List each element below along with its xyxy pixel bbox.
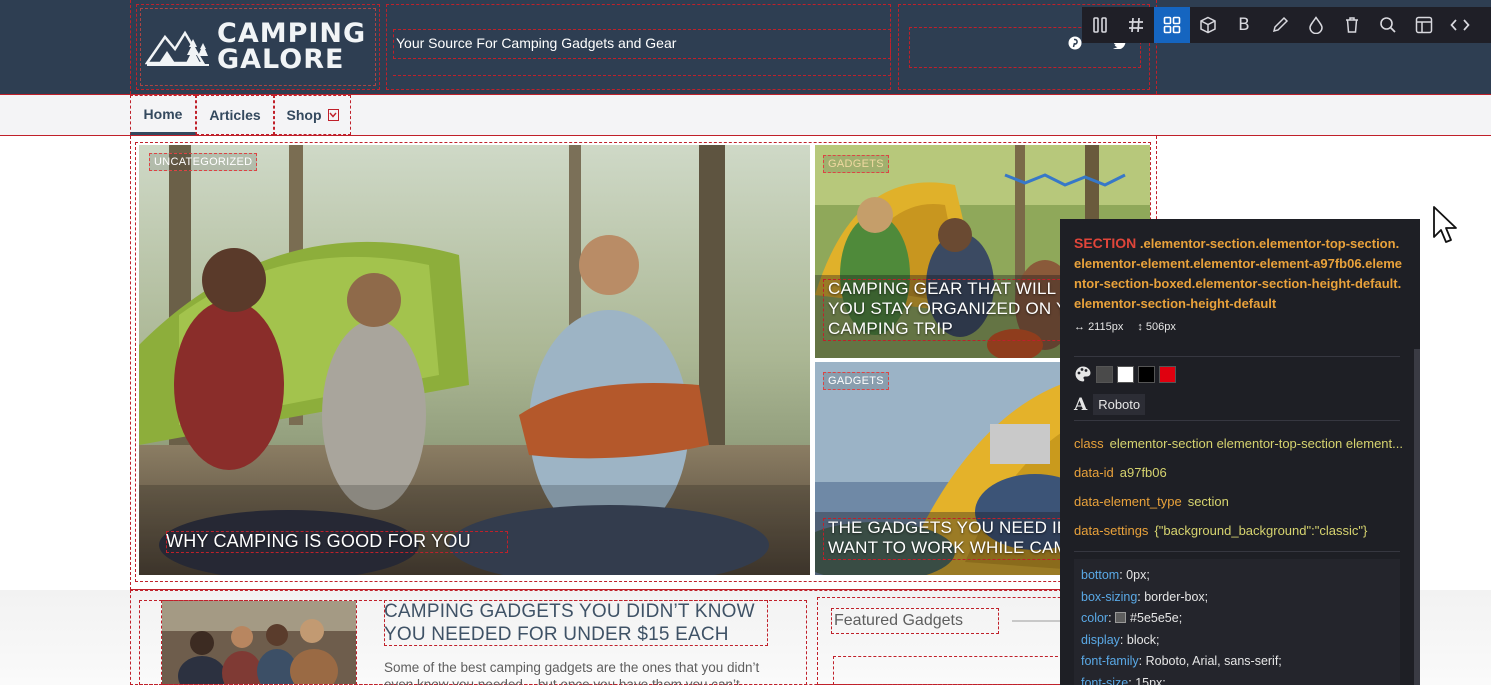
css-value: Roboto, Arial, sans-serif;: [1145, 654, 1282, 668]
css-property: display: [1081, 632, 1120, 647]
css-property: font-size: [1081, 675, 1129, 685]
bold-icon[interactable]: B: [1226, 7, 1262, 43]
attribute-row: class elementor-section elementor-top-sec…: [1074, 436, 1403, 451]
css-property: bottom: [1081, 568, 1120, 582]
css-row: color: #5e5e5e;: [1081, 611, 1183, 625]
css-property: color: [1081, 611, 1109, 625]
css-value: block;: [1126, 632, 1160, 647]
mouse-cursor-icon: [1433, 206, 1457, 243]
cube-icon[interactable]: [1190, 7, 1226, 43]
group-photo: [162, 601, 356, 684]
nav-item-shop[interactable]: Shop: [274, 95, 351, 135]
computed-styles: bottom: 0px; box-sizing: border-box; col…: [1074, 559, 1400, 685]
css-property: box-sizing: [1081, 589, 1138, 604]
columns-icon[interactable]: [1082, 7, 1118, 43]
search-icon[interactable]: [1370, 7, 1406, 43]
main-post-image[interactable]: [139, 145, 810, 575]
grid-icon[interactable]: [1154, 7, 1190, 43]
pencil-icon[interactable]: [1262, 7, 1298, 43]
nav-item-articles[interactable]: Articles: [196, 95, 274, 135]
color-swatch[interactable]: [1159, 365, 1176, 383]
css-value: 15px;: [1135, 675, 1166, 685]
attribute-row: data-element_type section: [1074, 494, 1229, 509]
drop-icon[interactable]: [1298, 7, 1334, 43]
attribute-key: data-settings: [1074, 523, 1149, 538]
main-post-title[interactable]: WHY CAMPING IS GOOD FOR YOU: [166, 531, 508, 553]
heading-divider: [1012, 620, 1060, 622]
attribute-row: data-id a97fb06: [1074, 465, 1167, 480]
palette-icon: [1075, 366, 1091, 382]
site-logo[interactable]: CAMPING GALORE: [140, 8, 376, 86]
attribute-value: section: [1187, 494, 1229, 509]
height-value: 506px: [1145, 321, 1176, 333]
nav-item-label: Home: [143, 106, 183, 122]
font-row: A Roboto: [1074, 394, 1146, 415]
font-name: Roboto: [1093, 394, 1146, 415]
code-icon[interactable]: [1442, 7, 1478, 43]
color-swatches: [1074, 365, 1176, 383]
category-badge[interactable]: UNCATEGORIZED: [149, 153, 258, 171]
featured-gadgets-heading: Featured Gadgets: [834, 612, 963, 629]
attribute-row: data-settings {"background_background":"c…: [1074, 523, 1367, 538]
hash-icon[interactable]: [1118, 7, 1154, 43]
nav-item-label: Shop: [286, 107, 322, 123]
color-chip: [1115, 612, 1127, 623]
color-swatch[interactable]: [1096, 365, 1113, 383]
attribute-key: class: [1074, 436, 1104, 451]
attribute-value: a97fb06: [1119, 465, 1167, 480]
divider: [1074, 420, 1400, 421]
css-value: border-box;: [1144, 589, 1209, 604]
nav-item-home[interactable]: Home: [130, 95, 196, 135]
attribute-key: data-element_type: [1074, 494, 1182, 509]
campers-photo: [139, 145, 810, 575]
post-excerpt: Some of the best camping gadgets are the…: [384, 660, 760, 685]
css-value: #5e5e5e;: [1130, 611, 1183, 625]
post-title[interactable]: CAMPING GADGETS YOU DIDN’T KNOW YOU NEED…: [384, 600, 768, 646]
font-icon: A: [1074, 394, 1088, 415]
category-badge[interactable]: GADGETS: [823, 372, 889, 390]
css-property: font-family: [1081, 654, 1139, 668]
featured-list-box: [833, 656, 1063, 685]
editor-toolbar: B: [1082, 7, 1491, 43]
divider: [1074, 551, 1400, 552]
post-thumbnail[interactable]: [161, 600, 357, 685]
css-value: 0px;: [1126, 568, 1150, 582]
trash-icon[interactable]: [1334, 7, 1370, 43]
divider: [1074, 356, 1400, 357]
site-tagline: Your Source For Camping Gadgets and Gear: [396, 35, 677, 51]
inspector-dimensions: ↔ 2115px ↕ 506px: [1074, 321, 1176, 333]
attribute-value: {"background_background":"classic"}: [1154, 523, 1368, 538]
css-row: font-size: 15px;: [1081, 673, 1393, 685]
inspector-selector: SECTION .elementor-section.elementor-top…: [1060, 219, 1420, 314]
attribute-key: data-id: [1074, 465, 1114, 480]
layout-icon[interactable]: [1406, 7, 1442, 43]
attribute-value: elementor-section elementor-top-section …: [1109, 436, 1403, 451]
category-badge[interactable]: GADGETS: [823, 155, 889, 173]
inspector-tag: SECTION: [1074, 235, 1137, 251]
logo-line-2: GALORE: [217, 44, 345, 75]
nav-item-label: Articles: [209, 107, 261, 123]
mountain-tent-icon: [145, 30, 209, 66]
color-swatch[interactable]: [1138, 365, 1155, 383]
color-swatch[interactable]: [1117, 365, 1134, 383]
chevron-down-icon[interactable]: [327, 109, 339, 121]
inspector-scrollbar[interactable]: [1414, 349, 1420, 685]
width-readout: ↔ 2115px: [1074, 321, 1124, 333]
css-row: font-family: Roboto, Arial, sans-serif;: [1081, 654, 1282, 668]
css-row: bottom: 0px;: [1081, 568, 1150, 582]
css-row: display: block;: [1081, 632, 1160, 647]
logo-text: CAMPING GALORE: [217, 20, 366, 75]
tagline-divider: [393, 75, 891, 76]
css-row: box-sizing: border-box;: [1081, 589, 1209, 604]
height-readout: ↕ 506px: [1137, 321, 1176, 333]
width-value: 2115px: [1088, 321, 1124, 333]
element-inspector-panel: SECTION .elementor-section.elementor-top…: [1060, 219, 1420, 685]
